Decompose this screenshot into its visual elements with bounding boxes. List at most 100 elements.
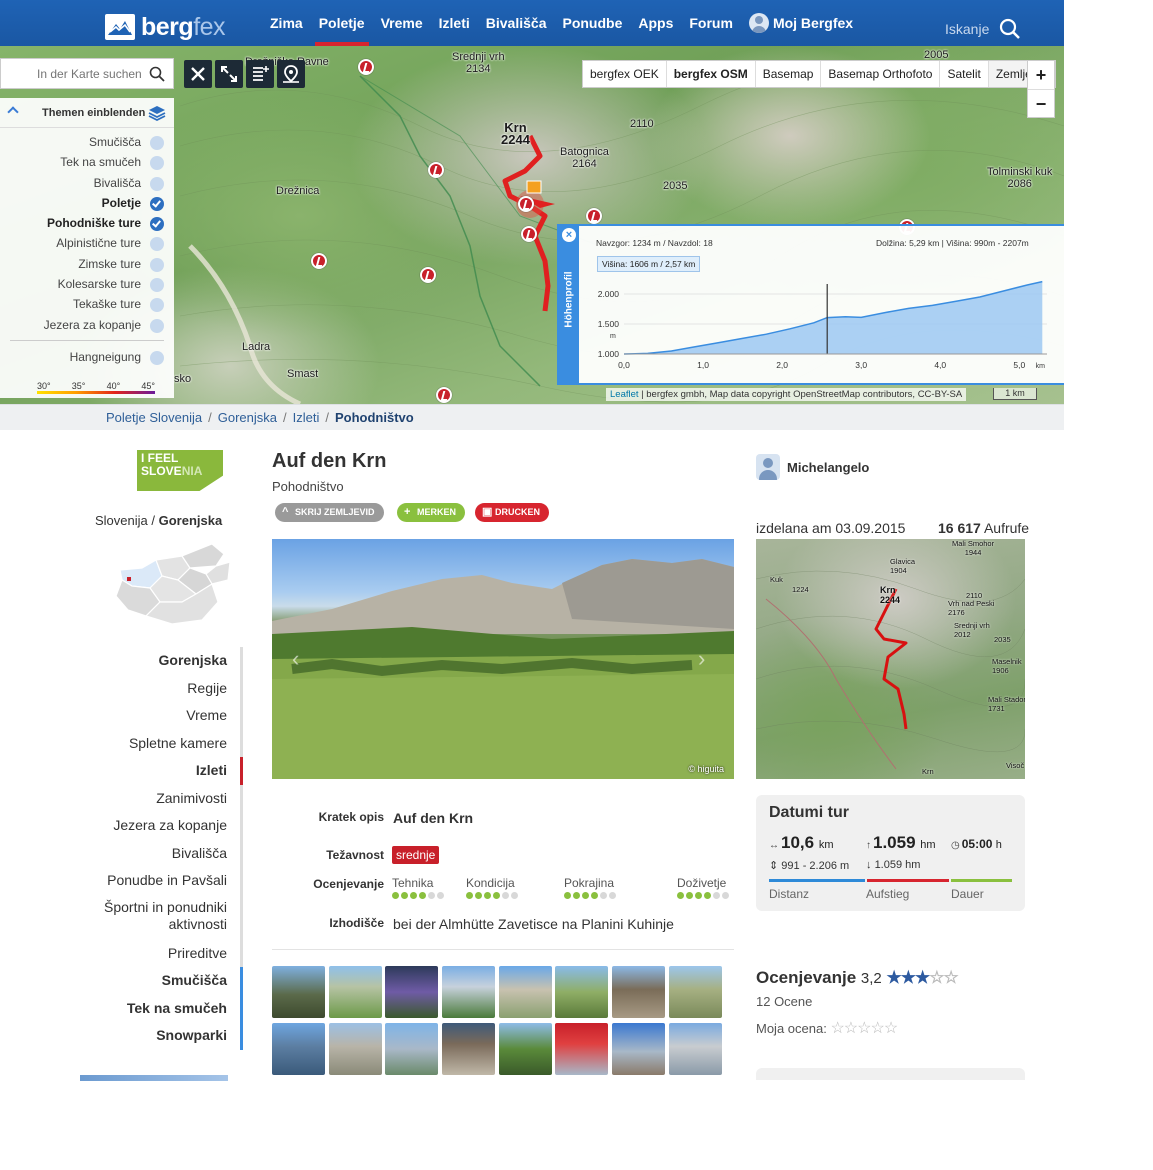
photo-thumbnail[interactable] — [272, 966, 325, 1018]
theme-item[interactable]: Poletje — [0, 193, 174, 213]
map-search-input[interactable] — [1, 59, 141, 88]
toggle-dot[interactable] — [150, 156, 164, 171]
nav-poletje[interactable]: Poletje — [311, 0, 373, 46]
toggle-dot[interactable] — [150, 176, 164, 191]
breadcrumb-item[interactable]: Gorenjska — [218, 410, 277, 425]
hiking-poi-icon[interactable] — [420, 267, 436, 283]
hiking-poi-icon[interactable] — [428, 162, 444, 178]
theme-item[interactable]: Jezera za kopanje — [0, 315, 174, 335]
prev-photo-icon[interactable]: ‹ — [292, 647, 308, 671]
leaflet-link[interactable]: Leaflet — [610, 389, 639, 400]
theme-item[interactable]: Kolesarske ture — [0, 274, 174, 294]
photo-thumbnail[interactable] — [328, 1023, 382, 1075]
region-nav-item[interactable]: Športni in ponudniki aktivnosti — [80, 894, 243, 940]
my-rating-stars[interactable]: ☆☆☆☆☆ — [830, 1020, 898, 1037]
theme-hangneigung[interactable]: Hangneigung — [0, 347, 174, 367]
photo-thumbnail[interactable] — [442, 966, 496, 1018]
bergfex-logo[interactable]: bergfex — [105, 14, 229, 40]
region-nav-item[interactable]: Bivališča — [80, 839, 243, 868]
region-nav-item[interactable]: Jezera za kopanje — [80, 812, 243, 840]
country-link[interactable]: Slovenija — [95, 513, 148, 528]
toggle-dot[interactable] — [150, 318, 164, 333]
nav-vreme[interactable]: Vreme — [373, 0, 431, 46]
photo-thumbnail[interactable] — [668, 966, 722, 1018]
theme-item[interactable]: Alpinistične ture — [0, 233, 174, 253]
hiking-poi-icon[interactable] — [311, 253, 327, 269]
region-nav-item[interactable]: Zanimivosti — [80, 784, 243, 813]
remember-button[interactable]: + MERKEN — [397, 503, 466, 522]
hiking-poi-icon[interactable] — [436, 387, 452, 403]
region-nav-item[interactable]: Gorenjska — [80, 647, 243, 675]
photo-thumbnail[interactable] — [385, 1023, 439, 1075]
photo-thumbnail[interactable] — [612, 966, 666, 1018]
breadcrumb-item[interactable]: Poletje Slovenija — [106, 410, 202, 425]
toggle-dot[interactable] — [150, 278, 164, 293]
toggle-dot[interactable] — [150, 136, 164, 150]
region-nav-item[interactable]: Tek na smučeh — [80, 994, 243, 1023]
fullscreen-button[interactable] — [215, 60, 243, 88]
region-nav-item[interactable]: Spletne kamere — [80, 729, 243, 758]
photo-thumbnail[interactable] — [328, 966, 382, 1018]
nav-zima[interactable]: Zima — [262, 0, 311, 46]
next-photo-icon[interactable]: › — [698, 647, 714, 671]
hiking-poi-icon[interactable] — [518, 196, 534, 212]
legend-button[interactable] — [246, 60, 274, 88]
photo-thumbnail[interactable] — [385, 966, 439, 1018]
photo-thumbnail[interactable] — [555, 966, 609, 1018]
photo-thumbnail[interactable] — [668, 1023, 722, 1075]
location-button[interactable] — [277, 60, 305, 88]
tour-map[interactable]: Srednji vrh 2134 Drežniške Ravne Krn 224… — [0, 46, 1064, 404]
checked-icon[interactable] — [150, 217, 164, 232]
region-nav-item[interactable]: Ponudbe in Pavšali — [80, 867, 243, 895]
layer-option[interactable]: Basemap Orthofoto — [821, 61, 941, 87]
theme-item[interactable]: Tekaške ture — [0, 294, 174, 314]
region-nav-item[interactable]: Prireditve — [80, 939, 243, 968]
hiking-poi-icon[interactable] — [358, 59, 374, 75]
photo-thumbnail[interactable] — [555, 1023, 609, 1075]
breadcrumb-item[interactable]: Izleti — [293, 410, 320, 425]
nav-ponudbe[interactable]: Ponudbe — [554, 0, 630, 46]
layer-option[interactable]: Basemap — [756, 61, 822, 87]
route-minimap[interactable]: Mali Smohor 1944 Glavica 1904 Krn 2244 2… — [756, 539, 1025, 779]
region-nav-item[interactable]: Smučišča — [80, 967, 243, 995]
theme-item[interactable]: Zimske ture — [0, 254, 174, 274]
layer-option[interactable]: bergfex OSM — [667, 61, 756, 87]
theme-item[interactable]: Bivališča — [0, 173, 174, 193]
print-button[interactable]: ▣ DRUCKEN — [475, 503, 549, 522]
zoom-out-button[interactable]: − — [1028, 89, 1054, 117]
toggle-dot[interactable] — [150, 237, 164, 252]
zoom-in-button[interactable]: + — [1028, 61, 1054, 89]
close-profile-icon[interactable]: × — [562, 228, 576, 242]
profile-chart[interactable]: 2.000 1.500 1.000 m 0,0 1,0 2,0 3,0 4,0 5,0 km — [589, 254, 1059, 382]
region-nav-item[interactable]: Izleti — [80, 757, 243, 785]
search-icon[interactable] — [999, 18, 1021, 40]
toggle-dot[interactable] — [150, 350, 164, 365]
layer-option[interactable]: bergfex OEK — [583, 61, 667, 87]
theme-item[interactable]: Tek na smučeh — [0, 152, 174, 172]
photo-thumbnail[interactable] — [612, 1023, 666, 1075]
region-nav-item[interactable]: Snowparki — [80, 1022, 243, 1050]
nav-bivališča[interactable]: Bivališča — [478, 0, 555, 46]
layer-option[interactable]: Satelit — [940, 61, 989, 87]
search-icon[interactable] — [149, 66, 165, 82]
photo-thumbnail[interactable] — [442, 1023, 496, 1075]
region-nav-item[interactable]: Regije — [80, 674, 243, 703]
nav-forum[interactable]: Forum — [681, 0, 741, 46]
region-nav-item[interactable]: Vreme — [80, 702, 243, 730]
hide-map-button[interactable]: ^ SKRIJ ZEMLJEVID — [275, 503, 384, 522]
photo-thumbnail[interactable] — [498, 1023, 552, 1075]
hiking-poi-icon[interactable] — [521, 226, 537, 242]
photo-thumbnail[interactable] — [272, 1023, 325, 1075]
profile-tab[interactable]: Höhenprofil × — [559, 226, 579, 385]
nav-apps[interactable]: Apps — [630, 0, 681, 46]
slovenia-region-map[interactable] — [112, 540, 234, 632]
left-promo-banner[interactable] — [80, 1075, 228, 1081]
theme-item[interactable]: Pohodniške ture — [0, 213, 174, 233]
nav-izleti[interactable]: Izleti — [431, 0, 478, 46]
toggle-dot[interactable] — [150, 298, 164, 313]
checked-icon[interactable] — [150, 196, 164, 211]
themes-toggle[interactable]: Themen einblenden — [0, 98, 174, 128]
i-feel-slovenia-logo[interactable]: I FEEL SLOVENIA — [137, 450, 224, 492]
tour-photo[interactable]: ‹ › © higuita — [272, 539, 734, 779]
nav-my-bergfex[interactable]: Moj Bergfex — [741, 0, 861, 46]
